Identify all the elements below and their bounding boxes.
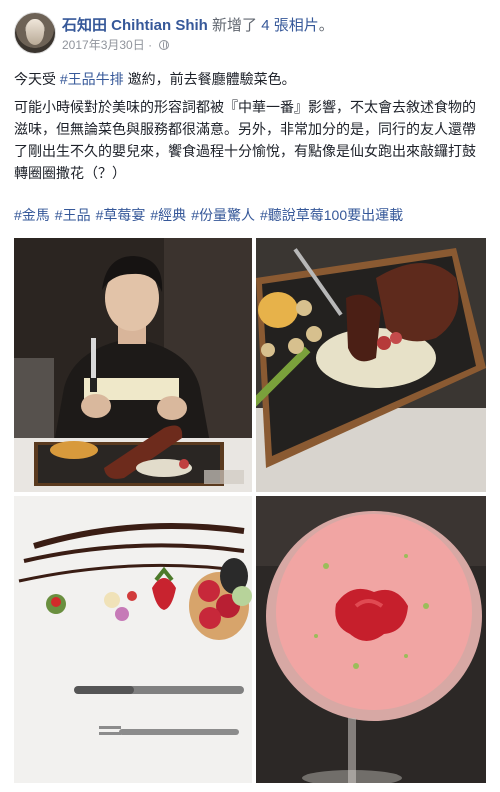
photos-link[interactable]: 4 張相片 bbox=[261, 17, 319, 34]
man-with-steak-photo[interactable] bbox=[14, 238, 252, 492]
action-text: 新增了 bbox=[212, 17, 258, 34]
post-paragraph-2: 可能小時候對於美味的形容詞都被『中華一番』影響，不太會去敘述食物的滋味，但無論菜… bbox=[14, 99, 476, 181]
avatar[interactable] bbox=[14, 12, 56, 54]
hashtag[interactable]: #聽說草莓100要出運載 bbox=[260, 207, 403, 223]
post-header: 石知田 Chihtian Shih 新增了 4 張相片。 2017年3月30日 … bbox=[14, 12, 486, 60]
hashtag[interactable]: #草莓宴 bbox=[96, 207, 146, 223]
dessert-plate-illustration bbox=[14, 496, 252, 783]
hashtag[interactable]: #份量驚人 bbox=[191, 207, 255, 223]
p1-after: 邀約，前去餐廳體驗菜色。 bbox=[123, 71, 296, 87]
end-punctuation: 。 bbox=[318, 17, 334, 34]
photo-grid bbox=[14, 238, 486, 783]
hashtag[interactable]: #經典 bbox=[150, 207, 186, 223]
meta-separator: · bbox=[148, 38, 153, 52]
steak-platter-illustration bbox=[256, 238, 486, 492]
steak-platter-photo[interactable] bbox=[256, 238, 486, 492]
post-paragraph-1: 今天受 #王品牛排 邀約，前去餐廳體驗菜色。 bbox=[14, 68, 486, 90]
p1-before: 今天受 bbox=[14, 71, 60, 87]
post-meta: 2017年3月30日 · bbox=[62, 36, 170, 53]
man-with-steak-illustration bbox=[14, 238, 252, 492]
hashtag-wangpin-steak[interactable]: #王品牛排 bbox=[60, 71, 124, 87]
strawberry-drink-photo[interactable] bbox=[256, 496, 486, 783]
hashtag[interactable]: #王品 bbox=[55, 207, 91, 223]
post-title-line: 石知田 Chihtian Shih 新增了 4 張相片。 bbox=[62, 14, 334, 35]
hashtag-list: #金馬 #王品 #草莓宴 #經典 #份量驚人 #聽說草莓100要出運載 bbox=[14, 204, 486, 226]
post-date[interactable]: 2017年3月30日 bbox=[62, 38, 145, 52]
hashtag[interactable]: #金馬 bbox=[14, 207, 50, 223]
strawberry-drink-illustration bbox=[256, 496, 486, 783]
globe-icon[interactable] bbox=[159, 40, 170, 50]
author-name[interactable]: 石知田 Chihtian Shih bbox=[62, 17, 208, 34]
avatar-face bbox=[26, 19, 44, 45]
facebook-post: 石知田 Chihtian Shih 新增了 4 張相片。 2017年3月30日 … bbox=[0, 0, 500, 792]
strawberry-dessert-plate-photo[interactable] bbox=[14, 496, 252, 783]
